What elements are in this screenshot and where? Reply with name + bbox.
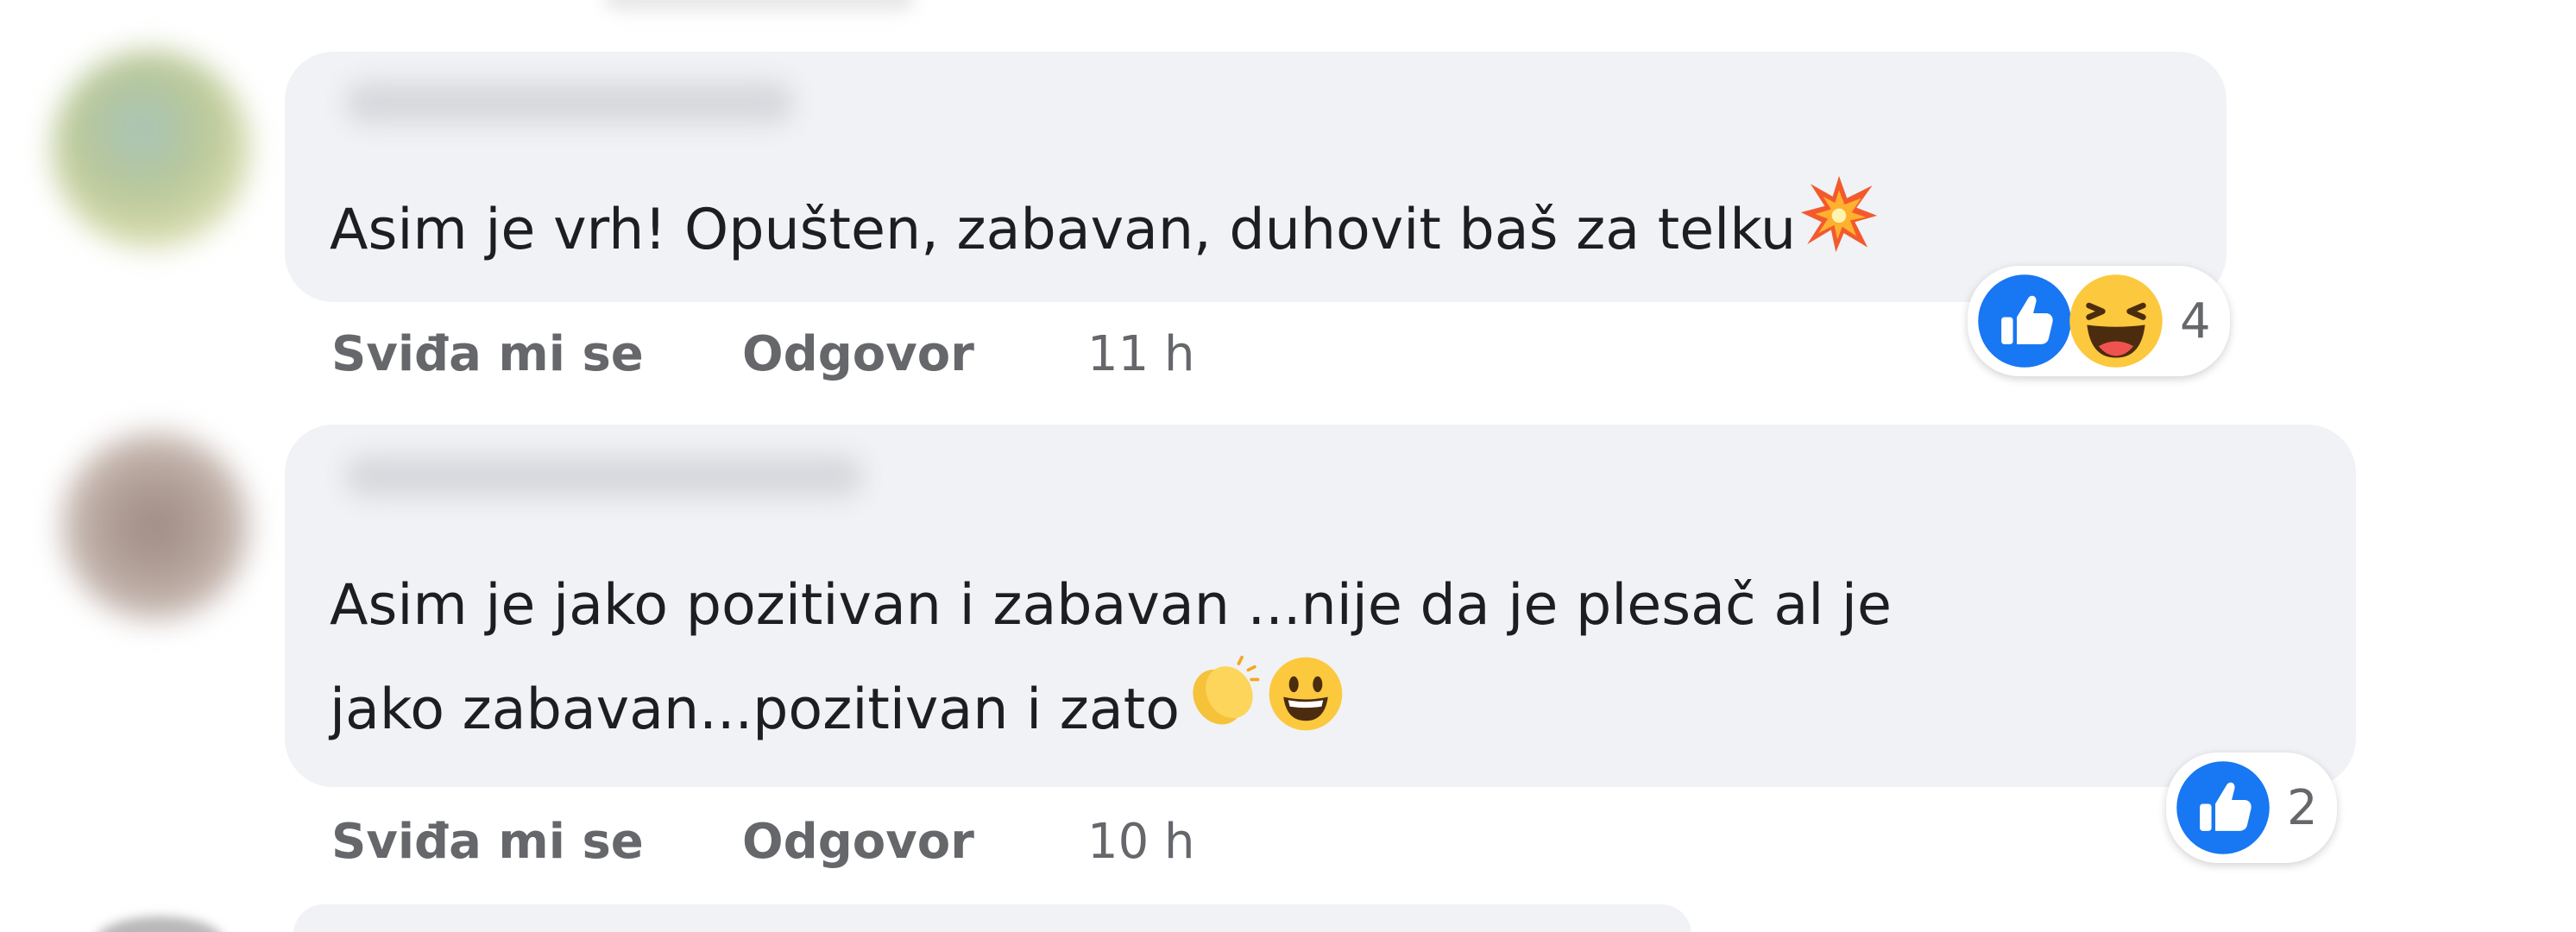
like-icon — [1976, 273, 2073, 369]
reaction-count: 2 — [2287, 779, 2318, 836]
avatar[interactable] — [60, 431, 250, 621]
collision-icon — [1799, 174, 1879, 284]
author-name-blurred[interactable] — [345, 456, 863, 497]
reply-button[interactable]: Odgovor — [742, 326, 1087, 382]
reactions-summary[interactable]: 2 — [2166, 753, 2337, 863]
author-name-blurred[interactable] — [345, 82, 794, 123]
comment-text-line: jako zabavan...pozitivan i zato — [330, 677, 1180, 742]
clapping-hands-icon — [1183, 654, 1263, 764]
reactions-summary[interactable]: 4 — [1968, 266, 2230, 376]
haha-icon — [2068, 273, 2164, 369]
timestamp[interactable]: 10 h — [1087, 814, 1195, 870]
previous-comment-fragment — [604, 0, 915, 10]
comment-text: Asim je vrh! Opušten, zabavan, duhovit b… — [330, 174, 1879, 284]
comment-text-line: Asim je jako pozitivan i zabavan ...nije… — [330, 573, 1892, 638]
comment-actions: Sviđa mi se Odgovor 11 h — [331, 319, 1195, 388]
comment-text-content: Asim je vrh! Opušten, zabavan, duhovit b… — [330, 198, 1797, 262]
comment-bubble — [293, 904, 1691, 932]
like-button[interactable]: Sviđa mi se — [331, 326, 742, 382]
reply-button[interactable]: Odgovor — [742, 814, 1087, 870]
like-button[interactable]: Sviđa mi se — [331, 814, 742, 870]
avatar[interactable] — [95, 916, 224, 932]
grinning-face-icon — [1266, 654, 1345, 764]
reaction-count: 4 — [2180, 293, 2211, 350]
comment-text: Asim je jako pozitivan i zabavan ...nije… — [330, 557, 1892, 764]
like-icon — [2175, 759, 2271, 856]
comment-actions: Sviđa mi se Odgovor 10 h — [331, 807, 1195, 876]
comments-section: Asim je vrh! Opušten, zabavan, duhovit b… — [0, 0, 2576, 932]
avatar[interactable] — [52, 50, 250, 249]
timestamp[interactable]: 11 h — [1087, 326, 1195, 382]
